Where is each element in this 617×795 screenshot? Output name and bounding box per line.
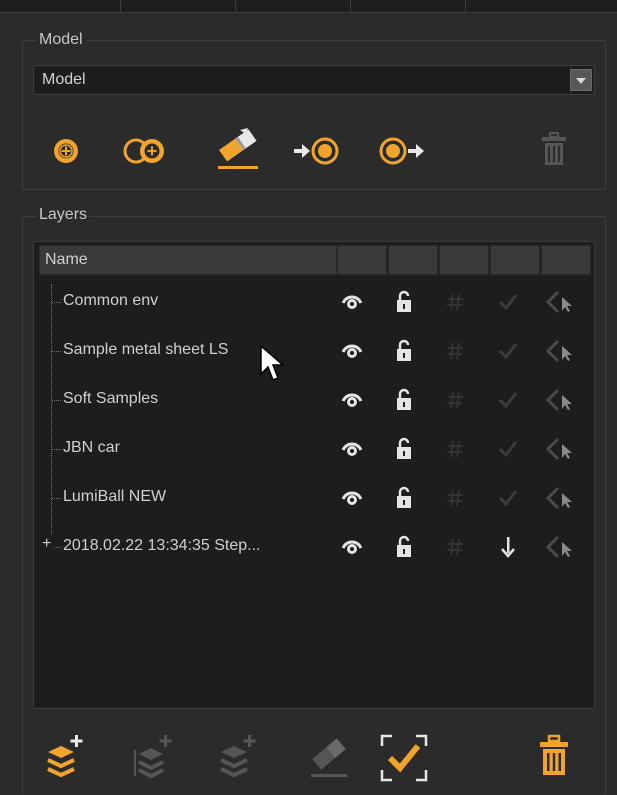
layer-row[interactable]: Sample metal sheet LS (34, 329, 594, 373)
mouse-cursor-icon (259, 344, 287, 384)
model-select-value: Model (42, 71, 86, 88)
unlock-icon[interactable] (392, 535, 416, 559)
grid-icon[interactable] (444, 290, 468, 314)
select-check-icon[interactable] (378, 732, 430, 784)
down-arrow-icon[interactable] (496, 535, 520, 559)
eye-icon[interactable] (340, 437, 364, 461)
top-strip-divider (235, 0, 236, 12)
select-cursor-icon[interactable] (545, 535, 572, 559)
edit-layer-icon[interactable] (305, 732, 353, 780)
top-strip (0, 0, 617, 13)
grid-icon[interactable] (444, 388, 468, 412)
eye-icon[interactable] (340, 339, 364, 363)
layer-name: 2018.02.22 13:34:35 Step... (63, 537, 261, 554)
column-header-lock[interactable] (388, 245, 438, 275)
tree-connector (52, 400, 61, 401)
column-header-visibility[interactable] (337, 245, 387, 275)
tree-connector (52, 449, 61, 450)
eye-icon[interactable] (340, 535, 364, 559)
layer-row[interactable]: JBN car (34, 427, 594, 471)
duplicate-layer-icon[interactable] (217, 732, 263, 780)
eye-icon[interactable] (340, 290, 364, 314)
layer-row[interactable]: Common env (34, 280, 594, 324)
layers-list[interactable]: Name Common env Sample metal sheet LS So… (33, 241, 595, 709)
tree-connector (52, 351, 61, 352)
grid-icon[interactable] (444, 535, 468, 559)
add-layer-icon[interactable] (45, 732, 89, 780)
add-sublayer-icon[interactable] (131, 732, 179, 780)
column-header-grid[interactable] (439, 245, 489, 275)
add-duplicate-icon[interactable] (122, 136, 170, 166)
add-icon[interactable] (52, 137, 80, 165)
grid-icon[interactable] (444, 339, 468, 363)
select-cursor-icon[interactable] (545, 486, 572, 510)
unlock-icon[interactable] (392, 290, 416, 314)
trash-icon[interactable] (540, 132, 568, 168)
eye-icon[interactable] (340, 486, 364, 510)
chevron-down-icon[interactable] (570, 69, 592, 91)
check-icon[interactable] (496, 388, 520, 412)
check-icon[interactable] (496, 290, 520, 314)
column-header-active[interactable] (490, 245, 540, 275)
layer-row[interactable]: Soft Samples (34, 378, 594, 422)
model-select[interactable]: Model (33, 65, 595, 95)
column-header-name[interactable]: Name (39, 245, 337, 275)
select-cursor-icon[interactable] (545, 437, 572, 461)
layer-name: LumiBall NEW (63, 488, 167, 505)
unlock-icon[interactable] (392, 388, 416, 412)
layer-row[interactable]: + 2018.02.22 13:34:35 Step... (34, 525, 594, 569)
select-cursor-icon[interactable] (545, 339, 572, 363)
grid-icon[interactable] (444, 486, 468, 510)
import-icon[interactable] (292, 136, 340, 166)
expand-toggle[interactable]: + (42, 535, 51, 553)
top-strip-divider (465, 0, 466, 12)
layers-bottom-toolbar (33, 712, 595, 794)
export-icon[interactable] (378, 136, 428, 166)
tree-connector (52, 302, 61, 303)
top-strip-divider (350, 0, 351, 12)
check-icon[interactable] (496, 339, 520, 363)
eye-icon[interactable] (340, 388, 364, 412)
unlock-icon[interactable] (392, 486, 416, 510)
edit-model-icon[interactable] (210, 124, 264, 172)
layer-name: Common env (63, 292, 159, 309)
column-header-select[interactable] (541, 245, 591, 275)
layer-name: JBN car (63, 439, 120, 456)
select-cursor-icon[interactable] (545, 290, 572, 314)
select-cursor-icon[interactable] (545, 388, 572, 412)
unlock-icon[interactable] (392, 339, 416, 363)
check-icon[interactable] (496, 437, 520, 461)
unlock-icon[interactable] (392, 437, 416, 461)
delete-layer-icon[interactable] (539, 734, 569, 778)
layers-group-title: Layers (36, 206, 91, 224)
layer-name: Sample metal sheet LS (63, 341, 229, 358)
tree-connector (52, 498, 61, 499)
model-group (22, 40, 606, 190)
grid-icon[interactable] (444, 437, 468, 461)
tree-connector (54, 547, 61, 548)
layer-name: Soft Samples (63, 390, 159, 407)
model-group-title: Model (36, 31, 86, 49)
column-header-name-label: Name (45, 251, 88, 268)
top-strip-divider (120, 0, 121, 12)
layer-row[interactable]: LumiBall NEW (34, 476, 594, 520)
check-icon[interactable] (496, 486, 520, 510)
